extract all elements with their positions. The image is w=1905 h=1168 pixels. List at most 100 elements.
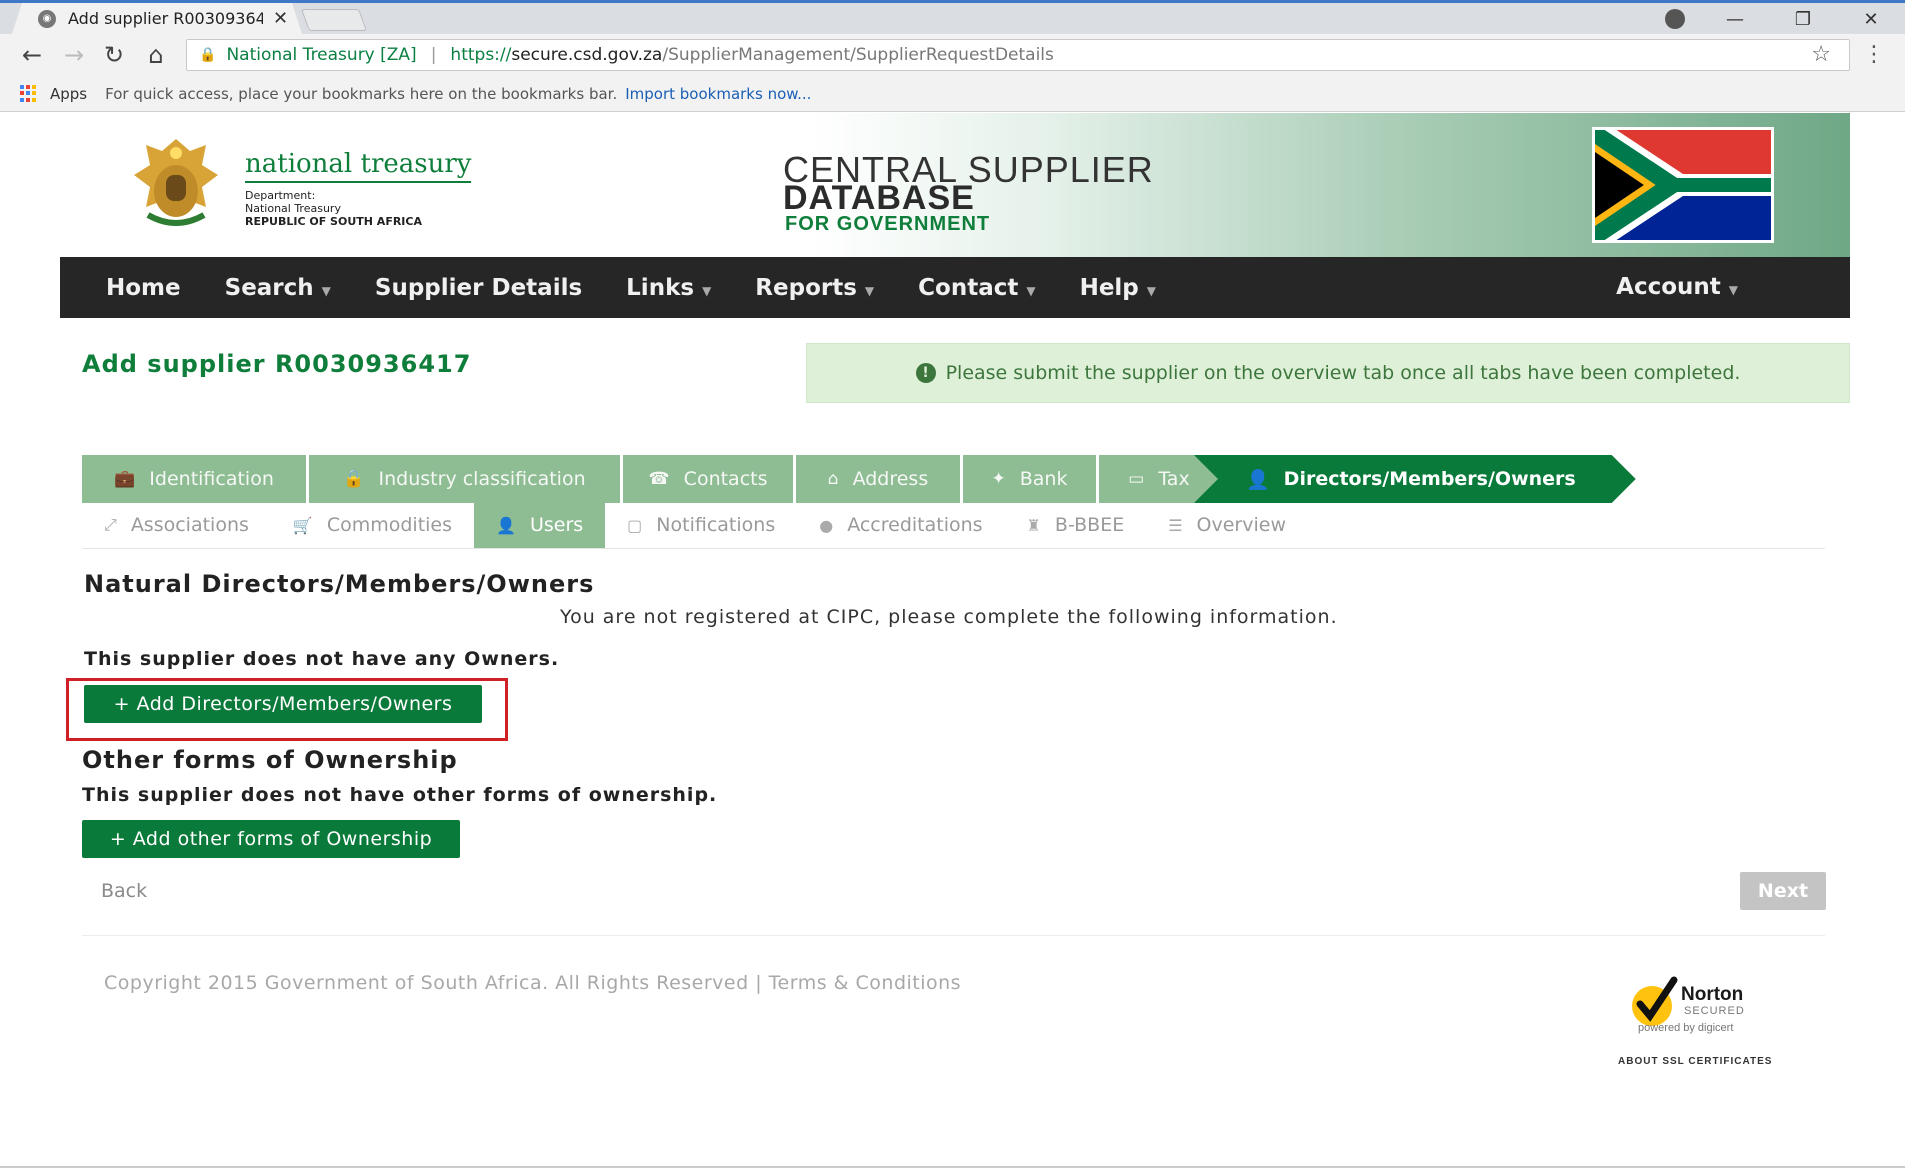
briefcase-icon: 💼	[114, 469, 136, 489]
tab-industry-classification[interactable]: 🔒 Industry classification	[309, 455, 620, 503]
user-icon: 👤	[496, 515, 516, 535]
chevron-down-icon: ▼	[1026, 283, 1036, 298]
tab-associations[interactable]: ⤢ Associations	[82, 502, 271, 548]
award-icon: ♜	[1026, 515, 1041, 535]
cipc-notice: You are not registered at CIPC, please c…	[560, 606, 1338, 628]
tab-address[interactable]: ⌂ Address	[796, 455, 960, 503]
lock-icon: 🔒	[199, 47, 217, 63]
tab-label: Tax	[1158, 468, 1190, 490]
tab-label: Directors/Members/Owners	[1283, 468, 1576, 490]
favicon-icon: ◉	[38, 10, 56, 28]
chevron-down-icon: ▼	[1728, 283, 1738, 297]
tab-label: Industry classification	[378, 468, 586, 490]
main-navbar: Home Search ▼ Supplier Details Links ▼ Rep…	[60, 257, 1850, 318]
department-text: Department: National Treasury REPUBLIC O…	[245, 189, 422, 228]
tab-label: Bank	[1019, 468, 1068, 490]
import-bookmarks-link[interactable]: Import bookmarks now...	[625, 85, 811, 103]
reload-icon[interactable]: ↻	[100, 42, 128, 68]
add-directors-button[interactable]: + Add Directors/Members/Owners	[84, 685, 482, 723]
nav-reports-label: Reports	[755, 274, 857, 301]
tab-bank[interactable]: ✦ Bank	[963, 455, 1096, 503]
next-button[interactable]: Next	[1740, 872, 1826, 910]
tab-label: Overview	[1196, 514, 1286, 536]
nav-home[interactable]: Home	[106, 275, 181, 301]
browser-menu-icon[interactable]: ⋮	[1863, 42, 1885, 67]
lock-icon: 🔒	[343, 469, 365, 489]
close-window-button[interactable]: ✕	[1837, 9, 1905, 30]
nav-links-label: Links	[626, 274, 695, 301]
folder-icon: ▭	[1128, 469, 1145, 489]
url-scheme: https://	[450, 45, 512, 65]
norton-powered-by: powered by digicert	[1638, 1022, 1734, 1034]
tab-users[interactable]: 👤 Users	[474, 502, 606, 548]
certificate-icon: ●	[819, 515, 834, 535]
org-name: national treasury	[245, 149, 472, 183]
user-icon: 👤	[1246, 468, 1270, 491]
tab-label: Associations	[130, 514, 249, 536]
tab-identification[interactable]: 💼 Identification	[82, 455, 306, 503]
nav-search[interactable]: Search ▼	[225, 275, 331, 301]
other-ownership-heading: Other forms of Ownership	[82, 746, 458, 774]
norton-name: Norton	[1681, 984, 1744, 1005]
nav-help-label: Help	[1079, 274, 1139, 301]
natural-owners-heading: Natural Directors/Members/Owners	[84, 570, 595, 598]
alert-text: Please submit the supplier on the overvi…	[945, 362, 1741, 384]
dept-line-3: REPUBLIC OF SOUTH AFRICA	[245, 215, 422, 228]
tab-accreditations[interactable]: ● Accreditations	[797, 502, 1004, 548]
chevron-down-icon: ▼	[864, 283, 875, 298]
nav-help[interactable]: Help ▼	[1080, 275, 1156, 301]
tab-label: Commodities	[326, 514, 453, 536]
restore-button[interactable]: ❐	[1769, 9, 1837, 30]
chevron-down-icon: ▼	[702, 283, 712, 298]
phone-icon: ☎	[648, 469, 670, 489]
tab-contacts[interactable]: ☎ Contacts	[623, 455, 793, 503]
nav-contact[interactable]: Contact ▼	[918, 275, 1035, 301]
minimize-button[interactable]: —	[1701, 9, 1769, 30]
link-icon: ⤢	[104, 515, 117, 534]
tab-label: Identification	[149, 468, 274, 490]
forward-arrow-icon[interactable]: →	[60, 42, 88, 68]
norton-seal[interactable]: Norton SECURED powered by digicert ABOUT…	[1618, 972, 1788, 1072]
coat-of-arms-logo	[134, 139, 218, 226]
tab-b-bbee[interactable]: ♜ B-BBEE	[1005, 502, 1147, 548]
new-tab-button[interactable]	[300, 9, 368, 31]
tab-directors-members-owners[interactable]: 👤 Directors/Members/Owners	[1194, 455, 1636, 503]
footer-divider	[82, 935, 1825, 936]
tab-label: Accreditations	[847, 514, 983, 536]
url-host: secure.csd.gov.za	[511, 45, 663, 65]
wizard-steps-secondary: ⤢ Associations 🛒 Commodities 👤 Users ▢ N…	[82, 502, 1308, 548]
bookmarks-apps-link[interactable]: Apps	[50, 85, 87, 103]
info-icon: !	[915, 363, 936, 383]
piggy-bank-icon: ✦	[991, 469, 1006, 489]
nav-reports[interactable]: Reports ▼	[755, 275, 874, 301]
tab-overview[interactable]: ☰ Overview	[1146, 502, 1308, 548]
tab-close-icon[interactable]: ✕	[273, 8, 288, 29]
tabstrip-background: ◉ Add supplier R00309364 ✕ — ❐ ✕	[0, 3, 1905, 34]
home-icon[interactable]: ⌂	[142, 42, 170, 68]
back-link[interactable]: Back	[101, 880, 147, 902]
tab-label: Address	[852, 468, 929, 490]
wizard-steps-primary: 💼 Identification 🔒 Industry classificati…	[82, 455, 1636, 503]
tab-commodities[interactable]: 🛒 Commodities	[271, 502, 474, 548]
bookmark-star-icon[interactable]: ☆	[1811, 42, 1831, 67]
tab-notifications[interactable]: ▢ Notifications	[605, 502, 797, 548]
add-other-ownership-button[interactable]: + Add other forms of Ownership	[82, 820, 460, 858]
apps-grid-icon[interactable]	[20, 84, 38, 103]
address-bar[interactable]: 🔒 National Treasury [ZA] | https:// secu…	[186, 39, 1850, 71]
browser-tab[interactable]: ◉ Add supplier R00309364 ✕	[12, 3, 302, 34]
home-icon: ⌂	[827, 469, 839, 489]
nav-account[interactable]: Account ▼	[1616, 274, 1738, 300]
tab-title: Add supplier R00309364	[68, 9, 263, 28]
about-ssl-link[interactable]: ABOUT SSL CERTIFICATES	[1618, 1056, 1772, 1067]
inbox-icon: ▢	[627, 515, 643, 535]
profile-icon[interactable]	[1665, 9, 1685, 29]
nav-links[interactable]: Links ▼	[626, 275, 711, 301]
nav-supplier-details[interactable]: Supplier Details	[375, 275, 582, 301]
south-africa-flag	[1592, 127, 1774, 243]
no-other-ownership-text: This supplier does not have other forms …	[82, 784, 718, 806]
back-arrow-icon[interactable]: ←	[18, 42, 46, 68]
tab-label: Users	[529, 514, 584, 536]
nav-account-label: Account	[1616, 274, 1721, 300]
info-alert: ! Please submit the supplier on the over…	[806, 343, 1850, 403]
list-icon: ☰	[1168, 515, 1183, 535]
